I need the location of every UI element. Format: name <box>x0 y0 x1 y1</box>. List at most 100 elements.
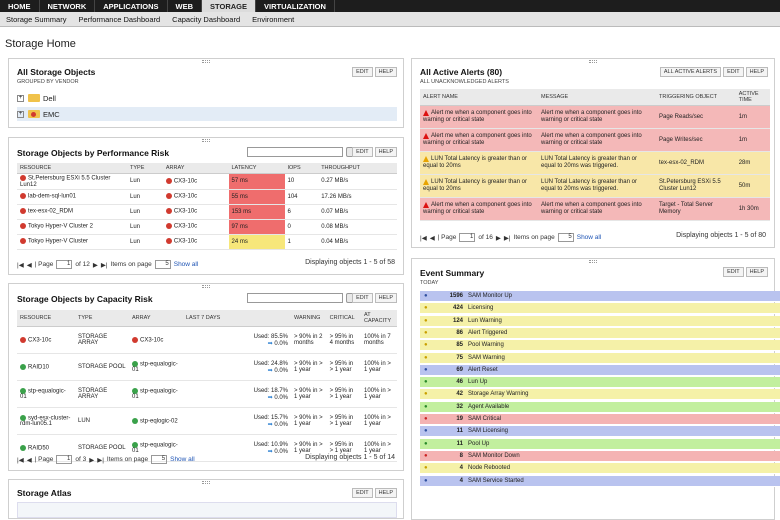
array-link[interactable]: CX3-10c <box>174 194 197 200</box>
event-label[interactable]: SAM Licensing <box>468 428 508 434</box>
alert-name-link[interactable]: LUN Total Latency is greater than or equ… <box>423 179 527 192</box>
alert-row[interactable]: Alert me when a component goes into warn… <box>420 128 770 152</box>
tree-item-dell[interactable]: + Dell <box>17 91 397 105</box>
event-row[interactable]: ● 4 Node Rebooted <box>420 463 780 475</box>
edit-button[interactable]: EDIT <box>352 147 373 157</box>
table-row[interactable]: syd-esx-cluster-rdm-lun05.1 LUN stp-eqlogi… <box>17 407 397 435</box>
items-per-page-input[interactable]: 5 <box>557 233 574 242</box>
column-header[interactable]: AT CAPACITY <box>361 310 397 327</box>
search-input[interactable] <box>247 293 343 303</box>
column-header[interactable]: TYPE <box>75 310 129 327</box>
items-per-page-input[interactable]: 5 <box>154 260 171 269</box>
page-input[interactable]: 1 <box>56 260 73 269</box>
column-header[interactable]: IOPS <box>284 163 319 174</box>
event-row[interactable]: ● 1596 SAM Monitor Up <box>420 291 780 302</box>
event-label[interactable]: Storage Array Warning <box>468 391 528 397</box>
resource-link[interactable]: tex-esx-02_RDM <box>28 209 73 215</box>
array-link[interactable]: stp-equalogic-01 <box>132 388 178 400</box>
event-row[interactable]: ● 69 Alert Reset <box>420 364 780 376</box>
event-row[interactable]: ● 11 Pool Up <box>420 438 780 450</box>
last-page-icon[interactable]: ▶| <box>97 456 104 464</box>
object-link[interactable]: Target - Total Server Memory <box>656 197 736 221</box>
drag-handle[interactable] <box>202 481 210 484</box>
show-all-link[interactable]: Show all <box>170 456 195 463</box>
last-page-icon[interactable]: ▶| <box>504 234 511 242</box>
event-label[interactable]: Licensing <box>468 305 493 311</box>
all-active-alerts-button[interactable]: ALL ACTIVE ALERTS <box>659 67 722 77</box>
help-button[interactable]: HELP <box>374 293 397 303</box>
array-link[interactable]: CX3-10c <box>174 179 197 185</box>
resource-link[interactable]: St.Petersburg ESXi 5.5 Cluster Lun12 <box>20 176 110 188</box>
drag-handle[interactable] <box>589 60 597 63</box>
array-link[interactable]: CX3-10c <box>174 224 197 230</box>
edit-button[interactable]: EDIT <box>352 488 373 498</box>
object-link[interactable]: Page Reads/sec <box>656 105 736 129</box>
prev-page-icon[interactable]: ◀ <box>27 261 32 269</box>
array-link[interactable]: CX3-10c <box>174 239 197 245</box>
column-header[interactable]: TYPE <box>127 163 163 174</box>
last-page-icon[interactable]: ▶| <box>101 261 108 269</box>
event-row[interactable]: ● 46 Lun Up <box>420 377 780 389</box>
alert-row[interactable]: Alert me when a component goes into warn… <box>420 105 770 129</box>
items-per-page-input[interactable]: 5 <box>151 455 168 464</box>
subnav-item[interactable]: Capacity Dashboard <box>166 15 246 24</box>
alert-name-link[interactable]: Alert me when a component goes into warn… <box>423 133 532 146</box>
event-row[interactable]: ● 42 Storage Array Warning <box>420 389 780 401</box>
drag-handle[interactable] <box>202 285 210 288</box>
resource-link[interactable]: Tokyo Hyper-V Cluster 2 <box>28 224 93 230</box>
object-link[interactable]: St.Petersburg ESXi 5.5 Cluster Lun12 <box>656 174 736 198</box>
array-link[interactable]: CX3-10c <box>140 337 163 343</box>
column-header[interactable]: RESOURCE <box>17 310 75 327</box>
event-row[interactable]: ● 86 Alert Triggered <box>420 327 780 339</box>
table-row[interactable]: tex-esx-02_RDM Lun CX3-10c 153 ms 6 0.07 MB/s <box>17 204 397 220</box>
array-link[interactable]: stp-eqlogic-02 <box>140 418 178 424</box>
event-label[interactable]: Alert Triggered <box>468 330 507 336</box>
tab-applications[interactable]: APPLICATIONS <box>95 0 168 12</box>
show-all-link[interactable]: Show all <box>174 261 199 268</box>
resource-link[interactable]: syd-esx-cluster-rdm-lun05.1 <box>20 415 70 427</box>
column-header[interactable]: WARNING <box>291 310 327 327</box>
alert-row[interactable]: LUN Total Latency is greater than or equ… <box>420 151 770 175</box>
event-label[interactable]: SAM Monitor Down <box>468 453 520 459</box>
array-link[interactable]: stp-equalogic-01 <box>132 442 178 454</box>
tab-storage[interactable]: STORAGE <box>202 0 256 12</box>
subnav-item[interactable]: Performance Dashboard <box>72 15 166 24</box>
event-row[interactable]: ● 75 SAM Warning <box>420 352 780 364</box>
resource-link[interactable]: RAID50 <box>28 445 49 451</box>
event-row[interactable]: ● 124 Lun Warning <box>420 315 780 327</box>
edit-button[interactable]: EDIT <box>352 293 373 303</box>
page-input[interactable]: 1 <box>56 455 73 464</box>
prev-page-icon[interactable]: ◀ <box>27 456 32 464</box>
table-row[interactable]: RAID10 STORAGE POOL stp-equalogic-01 Used: … <box>17 353 397 381</box>
column-header[interactable]: TRIGGERING OBJECT <box>656 89 736 106</box>
array-link[interactable]: CX3-10c <box>174 209 197 215</box>
next-page-icon[interactable]: ▶ <box>496 234 501 242</box>
column-header[interactable]: LAST 7 DAYS <box>183 310 291 327</box>
subnav-item[interactable]: Environment <box>246 15 300 24</box>
resource-link[interactable]: Tokyo Hyper-V Cluster <box>28 239 88 245</box>
event-row[interactable]: ● 11 SAM Licensing <box>420 426 780 438</box>
next-page-icon[interactable]: ▶ <box>89 456 94 464</box>
tab-home[interactable]: HOME <box>0 0 40 12</box>
alert-name-link[interactable]: Alert me when a component goes into warn… <box>423 202 532 215</box>
column-header[interactable]: RESOURCE <box>17 163 127 174</box>
table-row[interactable]: St.Petersburg ESXi 5.5 Cluster Lun12 Lun C… <box>17 173 397 190</box>
expand-icon[interactable]: + <box>17 110 24 118</box>
subnav-item[interactable]: Storage Summary <box>0 15 72 24</box>
column-header[interactable]: ACTIVE TIME <box>735 89 770 106</box>
help-button[interactable]: HELP <box>745 267 768 277</box>
help-button[interactable]: HELP <box>374 147 397 157</box>
event-label[interactable]: SAM Critical <box>468 416 501 422</box>
event-row[interactable]: ● 32 Agent Available <box>420 401 780 413</box>
first-page-icon[interactable]: |◀ <box>17 261 24 269</box>
table-row[interactable]: CX3-10c STORAGE ARRAY CX3-10c Used: 85.5% ➡ … <box>17 326 397 354</box>
resource-link[interactable]: CX3-10c <box>28 337 51 343</box>
column-header[interactable]: ARRAY <box>129 310 183 327</box>
drag-handle[interactable] <box>589 260 597 263</box>
event-label[interactable]: Lun Up <box>468 379 487 385</box>
page-input[interactable]: 1 <box>459 233 476 242</box>
event-label[interactable]: Pool Up <box>468 441 489 447</box>
object-link[interactable]: tex-esx-02_RDM <box>656 151 736 175</box>
object-link[interactable]: Page Writes/sec <box>656 128 736 152</box>
event-label[interactable]: Lun Warning <box>468 318 502 324</box>
